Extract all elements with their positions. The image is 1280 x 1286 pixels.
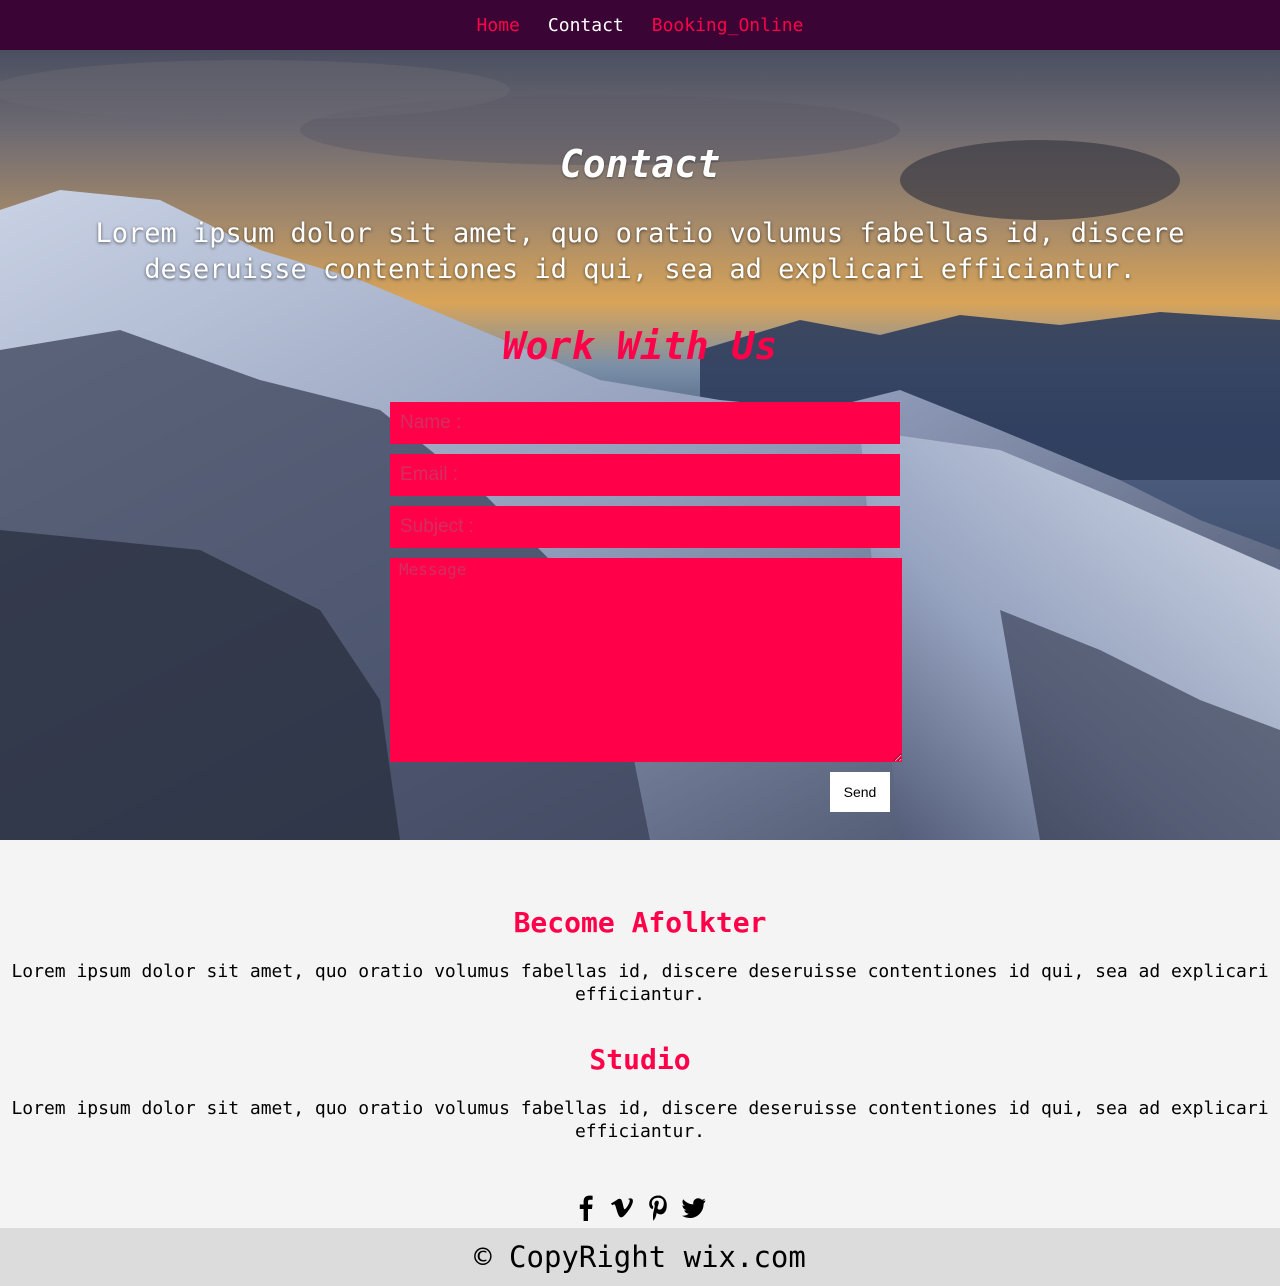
section-text-become-afolkter: Lorem ipsum dolor sit amet, quo oratio v… bbox=[11, 961, 1269, 1005]
name-input[interactable] bbox=[390, 402, 900, 444]
hero-section: Contact Lorem ipsum dolor sit amet, quo … bbox=[0, 50, 1280, 840]
pinterest-icon[interactable] bbox=[646, 1194, 670, 1222]
copyright-text: © CopyRight wix.com bbox=[474, 1240, 806, 1274]
section-text-studio: Lorem ipsum dolor sit amet, quo oratio v… bbox=[11, 1098, 1269, 1142]
twitter-icon[interactable] bbox=[682, 1194, 706, 1222]
vimeo-icon[interactable] bbox=[610, 1194, 634, 1222]
nav-home-link[interactable]: Home bbox=[477, 15, 520, 36]
top-navigation: Home Contact Booking_Online bbox=[0, 0, 1280, 50]
send-button[interactable]: Send bbox=[830, 772, 890, 812]
work-with-us-heading: Work With Us bbox=[502, 324, 778, 368]
hero-description: Lorem ipsum dolor sit amet, quo oratio v… bbox=[95, 218, 1185, 285]
email-input[interactable] bbox=[390, 454, 900, 496]
facebook-icon[interactable] bbox=[574, 1194, 598, 1222]
section-title-studio: Studio bbox=[589, 1043, 691, 1076]
page-title: Contact bbox=[559, 142, 721, 186]
nav-contact-link[interactable]: Contact bbox=[548, 15, 624, 36]
message-textarea[interactable] bbox=[390, 558, 902, 762]
footer: © CopyRight wix.com bbox=[0, 1228, 1280, 1286]
section-title-become-afolkter: Become Afolkter bbox=[513, 906, 767, 939]
subject-input[interactable] bbox=[390, 506, 900, 548]
nav-booking-online-link[interactable]: Booking_Online bbox=[652, 15, 804, 36]
social-links bbox=[0, 1194, 1280, 1222]
